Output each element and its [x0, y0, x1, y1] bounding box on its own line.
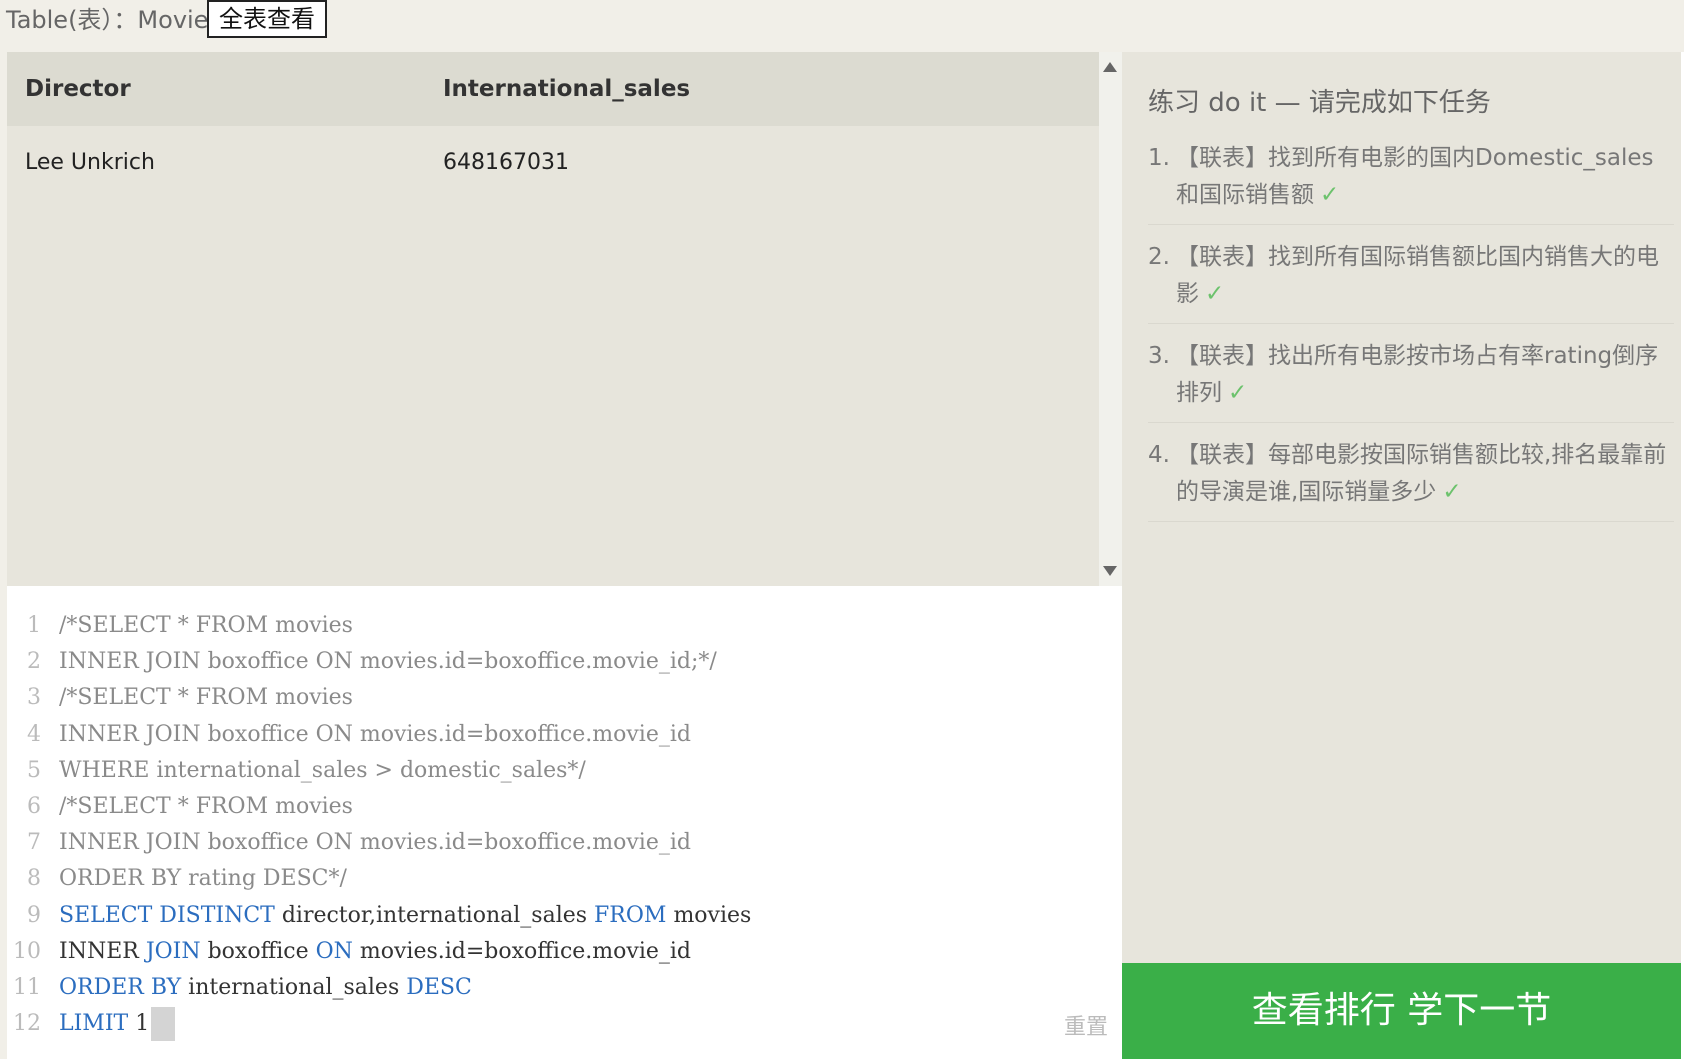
task-list: 1. 【联表】找到所有电影的国内Domestic_sales和国际销售额 ✓ 2. 【联… — [1148, 136, 1674, 532]
code-token: /*SELECT * FROM movies — [59, 685, 353, 711]
code-token: boxoffice — [200, 938, 316, 964]
code-token: director,international_sales — [274, 902, 595, 928]
line-number: 11 — [13, 974, 41, 1000]
task-item: 3. 【联表】找出所有电影按市场占有率rating倒序排列 ✓ — [1148, 334, 1674, 423]
checkmark-icon: ✓ — [1320, 182, 1340, 208]
line-number: 6 — [27, 793, 41, 819]
task-number: 4. — [1148, 442, 1170, 468]
line-number: 2 — [27, 649, 41, 675]
column-header-international-sales: International_sales — [425, 52, 1099, 126]
line-number: 1 — [27, 613, 41, 638]
checkmark-icon: ✓ — [1205, 281, 1225, 307]
task-text: 【联表】找到所有国际销售额比国内销售大的电影 — [1176, 244, 1659, 307]
code-token: DESC — [406, 974, 472, 1000]
code-line[interactable]: 6 /*SELECT * FROM movies — [7, 789, 751, 825]
code-line[interactable]: 7 INNER JOIN boxoffice ON movies.id=boxof… — [7, 825, 751, 861]
line-number: 7 — [27, 830, 41, 856]
task-item: 2. 【联表】找到所有国际销售额比国内销售大的电影 ✓ — [1148, 235, 1674, 324]
code-token: 1 — [128, 1011, 150, 1037]
code-token: WHERE international_sales > domestic_sal… — [59, 757, 586, 783]
code-token: ORDER BY rating DESC*/ — [59, 866, 347, 892]
sql-editor[interactable]: 1 /*SELECT * FROM movies 2 INNER JOIN boxof… — [7, 586, 1122, 1059]
view-all-button[interactable]: 全表查看 — [207, 0, 327, 38]
code-line[interactable]: 1 /*SELECT * FROM movies — [7, 608, 751, 644]
checkmark-icon: ✓ — [1442, 479, 1462, 505]
scroll-up-arrow-icon[interactable] — [1103, 62, 1117, 72]
result-table: Director International_sales Lee Unkrich… — [7, 52, 1099, 198]
line-number: 10 — [13, 938, 41, 964]
vertical-scrollbar[interactable] — [1099, 52, 1122, 586]
task-panel: 练习 do it — 请完成如下任务 1. 【联表】找到所有电影的国内Domest… — [1122, 52, 1684, 963]
line-number: 4 — [27, 721, 41, 747]
line-number: 3 — [27, 685, 41, 711]
code-token: ORDER BY — [59, 974, 182, 1000]
code-line[interactable]: 8 ORDER BY rating DESC*/ — [7, 861, 751, 897]
task-number: 2. — [1148, 244, 1170, 270]
code-token: movies.id=boxoffice.movie_id — [352, 938, 692, 964]
column-header-director: Director — [7, 52, 425, 126]
code-line[interactable]: 11 ORDER BY international_sales DESC — [7, 970, 751, 1006]
task-number: 3. — [1148, 343, 1170, 369]
code-line[interactable]: 12 LIMIT 1 — [7, 1006, 751, 1042]
text-cursor — [151, 1007, 176, 1042]
code-token: /*SELECT * FROM movies — [59, 793, 353, 819]
code-token: LIMIT — [59, 1011, 129, 1037]
code-token: ON — [315, 938, 353, 964]
code-line[interactable]: 9 SELECT DISTINCT director,international_… — [7, 898, 751, 934]
code-line[interactable]: 10 INNER JOIN boxoffice ON movies.id=boxo… — [7, 934, 751, 970]
task-text: 【联表】找出所有电影按市场占有率rating倒序排列 — [1176, 343, 1659, 406]
code-token: INNER — [59, 938, 146, 964]
results-scroll-area[interactable]: Director International_sales Lee Unkrich… — [7, 52, 1099, 586]
code-token: /*SELECT * FROM movies — [59, 613, 353, 638]
task-number: 1. — [1148, 145, 1170, 171]
line-number: 9 — [27, 902, 41, 928]
task-title: 练习 do it — 请完成如下任务 — [1148, 88, 1491, 118]
code-token: INNER JOIN boxoffice ON movies.id=boxoff… — [59, 721, 691, 747]
table-label: Table(表）：Movies — [6, 6, 221, 34]
code-line[interactable]: 5 WHERE international_sales > domestic_sa… — [7, 753, 751, 789]
table-header-row: Director International_sales — [7, 52, 1099, 126]
code-token: international_sales — [181, 974, 407, 1000]
code-token: movies — [666, 902, 752, 928]
top-bar: Table(表）：Movies 全表查看 — [0, 0, 1684, 50]
code-line[interactable]: 2 INNER JOIN boxoffice ON movies.id=boxof… — [7, 644, 751, 680]
line-number: 12 — [13, 1011, 41, 1037]
checkmark-icon: ✓ — [1228, 380, 1248, 406]
reset-button[interactable]: 重置 — [1064, 1009, 1108, 1041]
results-panel: Director International_sales Lee Unkrich… — [7, 52, 1122, 586]
task-text: 【联表】找到所有电影的国内Domestic_sales和国际销售额 — [1176, 145, 1654, 208]
task-item: 1. 【联表】找到所有电影的国内Domestic_sales和国际销售额 ✓ — [1148, 136, 1674, 225]
code-line[interactable]: 3 /*SELECT * FROM movies — [7, 680, 751, 716]
code-token: INNER JOIN boxoffice ON movies.id=boxoff… — [59, 649, 717, 675]
table-row: Lee Unkrich 648167031 — [7, 126, 1099, 198]
scroll-down-arrow-icon[interactable] — [1103, 566, 1117, 576]
code-line[interactable]: 4 INNER JOIN boxoffice ON movies.id=boxof… — [7, 717, 751, 753]
line-number: 5 — [27, 757, 41, 783]
cell-international-sales: 648167031 — [443, 149, 569, 175]
code-token: FROM — [594, 902, 667, 928]
code-lines: 1 /*SELECT * FROM movies 2 INNER JOIN boxof… — [7, 608, 751, 1042]
cell-director: Lee Unkrich — [25, 149, 155, 175]
line-number: 8 — [27, 866, 41, 892]
code-token: SELECT DISTINCT — [59, 902, 275, 928]
code-token: INNER JOIN boxoffice ON movies.id=boxoff… — [59, 830, 691, 856]
task-text: 【联表】每部电影按国际销售额比较,排名最靠前的导演是谁,国际销量多少 — [1176, 442, 1667, 505]
next-lesson-button[interactable]: 查看排行 学下一节 — [1122, 963, 1681, 1059]
task-item: 4. 【联表】每部电影按国际销售额比较,排名最靠前的导演是谁,国际销量多少 ✓ — [1148, 433, 1674, 522]
code-token: JOIN — [145, 938, 201, 964]
